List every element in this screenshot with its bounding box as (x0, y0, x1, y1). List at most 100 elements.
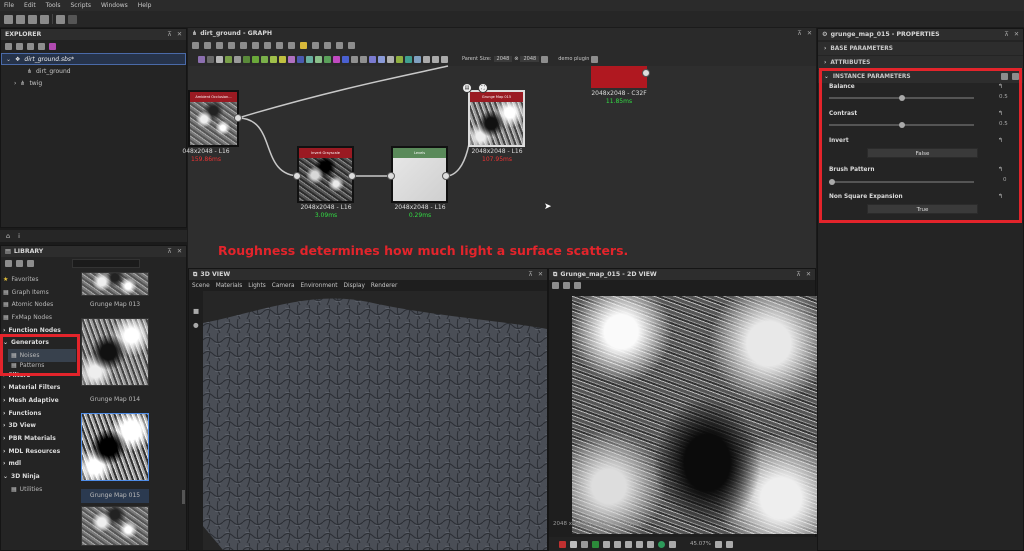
lib-item-functions[interactable]: › Functions (0, 407, 80, 420)
info-icon[interactable]: i (18, 232, 20, 240)
section-base-parameters[interactable]: › BASE PARAMETERS (818, 42, 1023, 55)
library-grid-icon[interactable] (16, 260, 23, 267)
folder-icon[interactable] (38, 43, 45, 50)
layer-icon[interactable] (592, 540, 599, 548)
lib-item-mesh-adaptive[interactable]: › Mesh Adaptive (0, 394, 80, 407)
library-folder-icon[interactable] (5, 260, 12, 267)
lib-item-3d-ninja[interactable]: ⌄ 3D Ninja (0, 470, 80, 483)
ruler-icon[interactable] (603, 540, 610, 548)
histogram-icon[interactable] (636, 540, 643, 548)
close-icon[interactable]: ✕ (1014, 31, 1019, 38)
output-pin[interactable] (442, 172, 450, 180)
lib-item-pbr-materials[interactable]: › PBR Materials (0, 432, 80, 445)
view3d-menu-materials[interactable]: Materials (216, 283, 243, 289)
brush-icon[interactable] (27, 260, 34, 267)
library-search-input[interactable] (72, 259, 140, 268)
menu-tools[interactable]: Tools (46, 2, 61, 9)
tree-graph[interactable]: ⋔ dirt_ground (1, 65, 186, 77)
tree-folder[interactable]: › ⋔ twig (1, 77, 186, 89)
lib-item-fxmap-nodes[interactable]: ▦ FxMap Nodes (0, 311, 80, 324)
output-pin[interactable] (234, 114, 242, 122)
zoom-out-icon[interactable] (725, 540, 733, 548)
view3d-menu-camera[interactable]: Camera (272, 283, 295, 289)
input-pin[interactable] (387, 172, 395, 180)
lib-item-mdl[interactable]: › mdl (0, 458, 80, 471)
tile-icon[interactable] (581, 540, 588, 548)
output-pin[interactable] (348, 172, 356, 180)
checker-icon[interactable] (570, 540, 577, 548)
menu-help[interactable]: Help (138, 2, 152, 9)
link-icon[interactable]: ⌂ (6, 232, 10, 240)
channel-r-icon[interactable] (559, 540, 566, 548)
pin-icon[interactable]: ⊼ (1004, 31, 1009, 38)
lib-item-utilities[interactable]: ▦ Utilities (8, 483, 80, 496)
menu-windows[interactable]: Windows (101, 2, 128, 9)
pick-icon[interactable] (614, 540, 621, 548)
doc-icon[interactable]: ▤ (462, 83, 472, 93)
input-pin[interactable] (293, 172, 301, 180)
display-icon[interactable] (647, 540, 654, 548)
redo-icon[interactable] (68, 14, 77, 24)
pin-icon[interactable]: ⊼ (167, 31, 172, 38)
menu-file[interactable]: File (4, 2, 14, 9)
view3d-menu-environment[interactable]: Environment (301, 283, 338, 289)
copy-icon[interactable] (574, 282, 581, 289)
graph-add-icon[interactable] (49, 43, 56, 50)
open-folder-icon[interactable] (16, 14, 25, 24)
tree-package[interactable]: ⌄ ❖ dirt_ground.sbs* (1, 53, 186, 65)
view3d-menu-renderer[interactable]: Renderer (371, 283, 397, 289)
thumb-grunge-map-012[interactable] (81, 272, 149, 296)
save-image-icon[interactable] (563, 282, 570, 289)
new-icon[interactable] (4, 14, 13, 24)
texture-preview[interactable] (572, 296, 818, 534)
view3d-menu-scene[interactable]: Scene (192, 283, 210, 289)
node-grunge-map-015[interactable]: Grunge Map 015 (468, 90, 525, 147)
save-package-icon[interactable] (16, 43, 23, 50)
chevron-right-icon[interactable]: › (14, 80, 16, 87)
library-scrollbar[interactable] (182, 490, 185, 504)
close-icon[interactable]: ✕ (538, 271, 543, 278)
pin-icon[interactable]: ⊼ (528, 271, 533, 278)
node-ambient-occlusion[interactable]: Ambient Occlusion... (188, 90, 239, 147)
node-output[interactable] (591, 66, 647, 88)
wire-ao-invert (237, 117, 301, 177)
view3d-menu-lights[interactable]: Lights (248, 283, 266, 289)
lib-item-favorites[interactable]: ★ Favorites (0, 273, 80, 286)
undo-icon[interactable] (56, 14, 65, 24)
export-icon[interactable] (27, 43, 34, 50)
lib-item-material-filters[interactable]: › Material Filters (0, 382, 80, 395)
lib-item-atomic-nodes[interactable]: ▦ Atomic Nodes (0, 298, 80, 311)
menu-scripts[interactable]: Scripts (70, 2, 91, 9)
image-info: 2048 x 2048 (Grayscale, 16bpc) (553, 521, 642, 527)
lib-item-graph-items[interactable]: ▦ Graph Items (0, 286, 80, 299)
3d-viewport[interactable] (203, 291, 547, 550)
node-levels[interactable]: Levels (391, 146, 448, 203)
pin-icon[interactable]: ⊼ (167, 248, 172, 255)
camera-icon[interactable]: ■ (193, 307, 199, 315)
view3d-menu-display[interactable]: Display (344, 283, 365, 289)
pin-icon[interactable]: ⊼ (796, 271, 801, 278)
thumb-grunge-map-014[interactable] (81, 318, 149, 386)
output-pin[interactable] (642, 69, 650, 77)
info-icon[interactable] (625, 540, 632, 548)
thumb-grunge-map-016[interactable] (81, 506, 149, 546)
zoom-level[interactable]: 45.07% (690, 541, 711, 547)
chevron-down-icon[interactable]: ⌄ (6, 56, 11, 63)
light-icon[interactable]: ● (193, 321, 199, 329)
lib-item-3d-view[interactable]: › 3D View (0, 420, 80, 433)
grid-icon[interactable] (669, 540, 676, 548)
menu-edit[interactable]: Edit (24, 2, 36, 9)
fit-view-icon[interactable] (552, 282, 559, 289)
fullscreen-icon[interactable]: ⛶ (478, 83, 488, 93)
node-invert-grayscale[interactable]: Invert Grayscale (297, 146, 354, 203)
lib-item-mdl-resources[interactable]: › MDL Resources (0, 445, 80, 458)
save-all-icon[interactable] (40, 14, 49, 24)
close-icon[interactable]: ✕ (177, 248, 182, 255)
save-icon[interactable] (28, 14, 37, 24)
close-icon[interactable]: ✕ (806, 271, 811, 278)
zoom-in-icon[interactable] (714, 540, 722, 548)
close-icon[interactable]: ✕ (177, 31, 182, 38)
color-mode-icon[interactable] (658, 540, 665, 548)
new-package-icon[interactable] (5, 43, 12, 50)
thumb-grunge-map-015[interactable] (81, 413, 149, 481)
